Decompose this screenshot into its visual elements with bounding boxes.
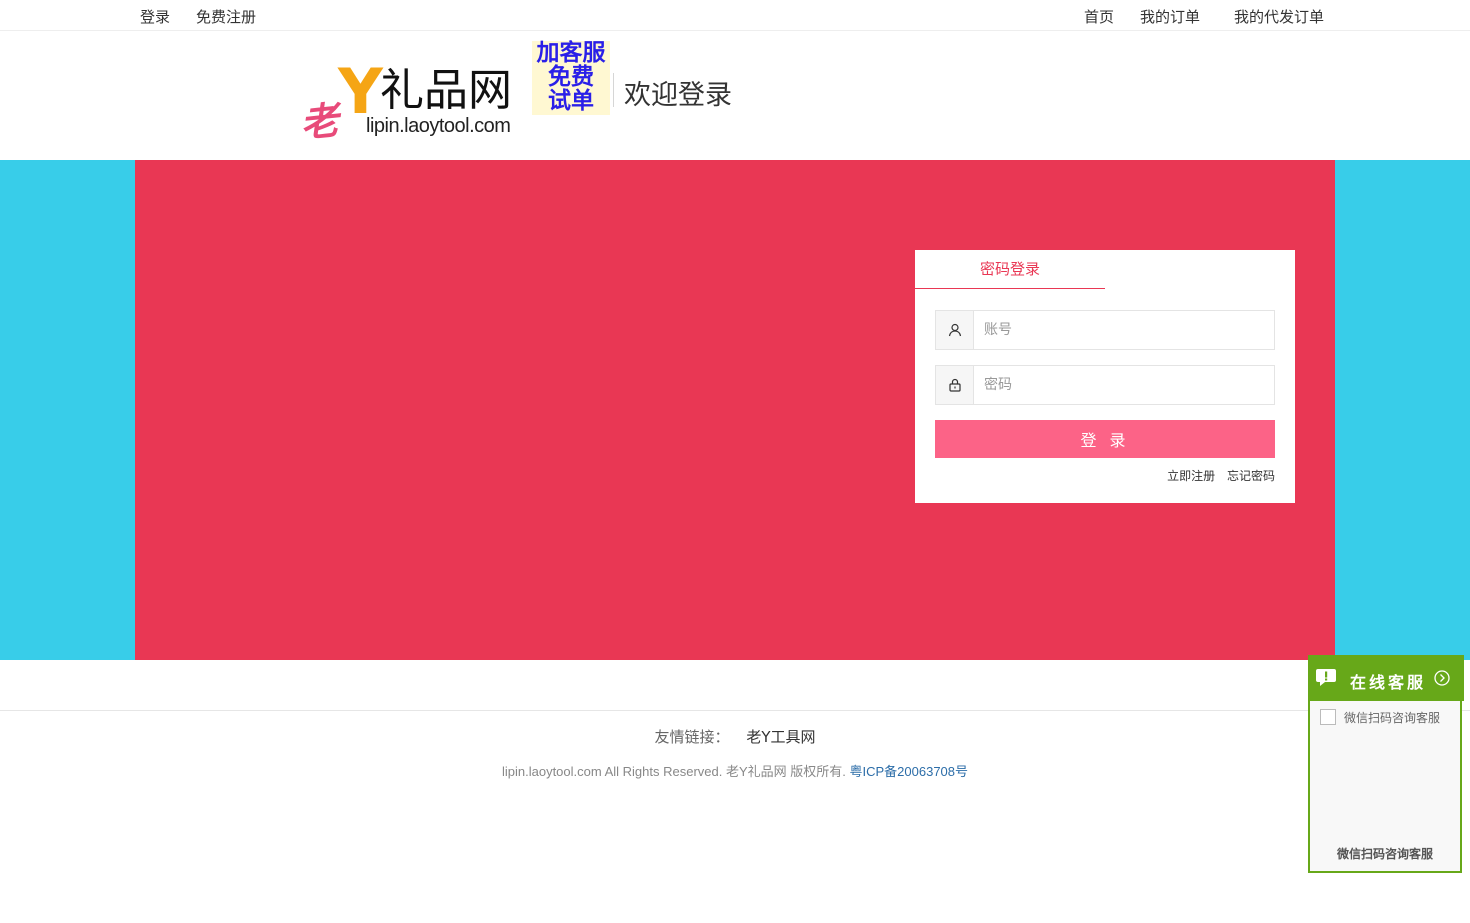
wechat-qr-image: 微信扫码咨询客服 xyxy=(1320,709,1440,726)
register-link[interactable]: 免费注册 xyxy=(196,6,256,27)
banner-center: 密码登录 账号 登 录 立即注册 忘记密码 xyxy=(135,160,1335,660)
login-link[interactable]: 登录 xyxy=(140,6,170,27)
icp-link[interactable]: 粤ICP备20063708号 xyxy=(850,764,969,779)
friend-link-laoytool[interactable]: 老Y工具网 xyxy=(746,728,815,746)
site-logo[interactable]: 老 Y 礼品网 lipin.laoytool.com xyxy=(298,55,538,146)
wechat-qr-caption: 微信扫码咨询客服 xyxy=(1336,847,1433,861)
forgot-password-link[interactable]: 忘记密码 xyxy=(1227,469,1275,483)
promo-line-3: 试单 xyxy=(548,88,594,114)
copyright: lipin.laoytool.com All Rights Reserved. … xyxy=(0,761,1470,780)
my-dropship-orders-link[interactable]: 我的代发订单 xyxy=(1234,6,1324,27)
logo-name: 礼品网 xyxy=(380,65,512,116)
login-button[interactable]: 登 录 xyxy=(935,420,1275,458)
copyright-text: lipin.laoytool.com All Rights Reserved. … xyxy=(501,764,846,779)
header: 老 Y 礼品网 lipin.laoytool.com 加客服 免费 试单 欢迎登… xyxy=(0,31,1470,160)
online-service-widget: 在线客服 微信扫码咨询客服 微信扫码咨询客服 xyxy=(1308,655,1464,873)
chevron-right-circle-icon[interactable] xyxy=(1434,670,1450,690)
user-icon xyxy=(936,311,974,349)
online-service-title: 在线客服 xyxy=(1350,673,1427,692)
password-field xyxy=(935,365,1275,405)
home-link[interactable]: 首页 xyxy=(1084,6,1114,27)
broken-image-icon xyxy=(1320,709,1336,725)
online-service-header[interactable]: 在线客服 xyxy=(1308,655,1464,701)
my-orders-link[interactable]: 我的订单 xyxy=(1140,6,1200,27)
promo-line-1: 加客服 xyxy=(536,40,606,66)
chat-bubble-icon xyxy=(1316,668,1338,692)
lock-icon xyxy=(936,366,974,404)
top-bar: 登录 免费注册 首页 我的订单 我的代发订单 xyxy=(0,0,1470,31)
logo-y: Y xyxy=(338,55,383,128)
account-input[interactable] xyxy=(974,311,1274,349)
friend-links-label: 友情链接： xyxy=(654,728,730,746)
footer-divider xyxy=(0,710,1470,711)
banner: 密码登录 账号 登 录 立即注册 忘记密码 xyxy=(0,160,1470,660)
account-field xyxy=(935,310,1275,350)
logo-lao: 老 xyxy=(298,98,341,146)
register-now-link[interactable]: 立即注册 xyxy=(1167,469,1215,483)
page-title: 欢迎登录 xyxy=(624,80,732,111)
logo-url: lipin.laoytool.com xyxy=(366,115,511,137)
password-input[interactable] xyxy=(974,366,1274,404)
promo-badge: 加客服 免费 试单 xyxy=(532,41,610,115)
login-links: 立即注册 忘记密码 xyxy=(1159,467,1275,484)
wechat-qr-alt: 微信扫码咨询客服 xyxy=(1344,711,1441,725)
friend-links: 友情链接： 老Y工具网 xyxy=(0,726,1470,747)
promo-line-2: 免费 xyxy=(548,64,594,90)
tab-password-login[interactable]: 密码登录 xyxy=(915,250,1105,289)
login-card: 密码登录 账号 登 录 立即注册 忘记密码 xyxy=(915,250,1295,503)
header-divider xyxy=(613,73,614,107)
